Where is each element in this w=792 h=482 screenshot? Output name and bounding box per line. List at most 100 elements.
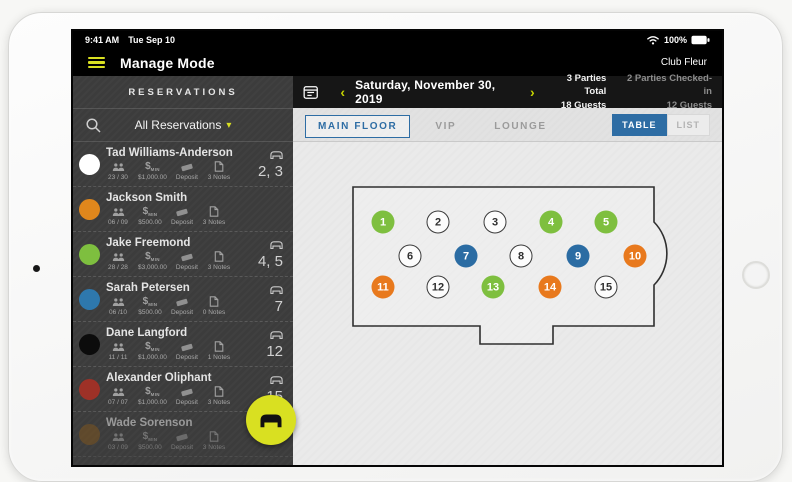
view-list-button[interactable]: LIST bbox=[667, 114, 711, 136]
parties-total-label: 3 Parties Total bbox=[545, 72, 607, 99]
tab-vip[interactable]: VIP bbox=[422, 115, 469, 138]
table-1[interactable]: 1 bbox=[372, 211, 395, 234]
deposit-ticket-icon bbox=[180, 387, 194, 397]
table-icon bbox=[270, 151, 283, 159]
current-date: Saturday, November 30, 2019 bbox=[355, 78, 520, 106]
table-icon bbox=[259, 413, 283, 428]
status-date: Tue Sep 10 bbox=[128, 35, 175, 45]
next-day-button[interactable]: › bbox=[520, 85, 545, 99]
calendar-icon[interactable] bbox=[303, 84, 318, 100]
min-spend-stat: $MIN $500.00 bbox=[138, 296, 162, 316]
status-time: 9:41 AM bbox=[85, 35, 119, 45]
table-2[interactable]: 2 bbox=[427, 211, 450, 234]
dollar-min-icon: $MIN bbox=[145, 161, 160, 172]
reservation-row[interactable]: Dane Langford 11 / 11 $MIN $1,000.00 bbox=[73, 322, 293, 367]
reservation-row[interactable]: Jackson Smith 06 / 09 $MIN $500.00 bbox=[73, 187, 293, 232]
table-12[interactable]: 12 bbox=[427, 276, 450, 299]
deposit-stat: Deposit bbox=[175, 161, 199, 181]
assigned-tables: 2, 3 bbox=[258, 146, 283, 181]
sidebar-title: RESERVATIONS bbox=[73, 76, 293, 109]
guest-name: Jake Freemond bbox=[106, 237, 241, 249]
guest-name: Wade Sorenson bbox=[106, 417, 241, 429]
floor-outline bbox=[293, 142, 724, 454]
party-size-stat: 03 / 09 bbox=[106, 431, 130, 451]
table-15[interactable]: 15 bbox=[595, 276, 618, 299]
front-camera bbox=[33, 265, 40, 272]
dollar-min-icon: $MIN bbox=[143, 296, 158, 307]
tab-lounge[interactable]: LOUNGE bbox=[481, 115, 559, 138]
tab-main-floor[interactable]: MAIN FLOOR bbox=[305, 115, 410, 138]
min-spend-stat: $MIN $1,000.00 bbox=[138, 341, 167, 361]
deposit-ticket-icon bbox=[175, 432, 189, 442]
status-dot bbox=[79, 424, 100, 445]
status-bar: 9:41 AM Tue Sep 10 100% bbox=[73, 31, 722, 49]
menu-icon[interactable] bbox=[88, 57, 105, 69]
assigned-tables: 12 bbox=[266, 326, 283, 361]
deposit-ticket-icon bbox=[180, 162, 194, 172]
notes-icon bbox=[214, 386, 224, 397]
party-size-stat: 28 / 28 bbox=[106, 251, 130, 271]
table-4[interactable]: 4 bbox=[540, 211, 563, 234]
party-size-stat: 11 / 11 bbox=[106, 341, 130, 361]
view-table-button[interactable]: TABLE bbox=[612, 114, 666, 136]
status-dot bbox=[79, 154, 100, 175]
guest-name: Alexander Oliphant bbox=[106, 372, 241, 384]
party-size-stat: 07 / 07 bbox=[106, 386, 130, 406]
guest-name: Sarah Petersen bbox=[106, 282, 241, 294]
notes-icon bbox=[214, 341, 224, 352]
table-10[interactable]: 10 bbox=[624, 245, 647, 268]
battery-percent: 100% bbox=[664, 35, 687, 45]
reservation-row[interactable]: Sarah Petersen 06 /10 $MIN $500.00 bbox=[73, 277, 293, 322]
deposit-stat: Deposit bbox=[175, 341, 199, 361]
deposit-stat: Deposit bbox=[170, 431, 194, 451]
table-9[interactable]: 9 bbox=[567, 245, 590, 268]
table-3[interactable]: 3 bbox=[484, 211, 507, 234]
status-dot bbox=[79, 379, 100, 400]
status-dot bbox=[79, 244, 100, 265]
guests-icon bbox=[112, 253, 125, 262]
table-13[interactable]: 13 bbox=[482, 276, 505, 299]
deposit-ticket-icon bbox=[180, 252, 194, 262]
table-8[interactable]: 8 bbox=[510, 245, 533, 268]
notes-icon bbox=[209, 206, 219, 217]
table-11[interactable]: 11 bbox=[372, 276, 395, 299]
chevron-down-icon: ▾ bbox=[226, 120, 231, 131]
notes-stat: 3 Notes bbox=[207, 161, 231, 181]
min-spend-stat: $MIN $1,000.00 bbox=[138, 386, 167, 406]
table-14[interactable]: 14 bbox=[539, 276, 562, 299]
floor-tab-bar: MAIN FLOOR VIP LOUNGE TABLELIST bbox=[293, 108, 722, 142]
table-icon bbox=[270, 331, 283, 339]
reservation-row[interactable]: Jake Freemond 28 / 28 $MIN $3,000.00 bbox=[73, 232, 293, 277]
min-spend-stat: $MIN $500.00 bbox=[138, 206, 162, 226]
reservation-row[interactable]: Tad Williams-Anderson 23 / 30 $MIN $1,00… bbox=[73, 142, 293, 187]
battery-icon bbox=[691, 35, 710, 45]
parties-checkedin-label: 2 Parties Checked-in bbox=[622, 72, 712, 99]
status-dot bbox=[79, 199, 100, 220]
guests-icon bbox=[112, 343, 125, 352]
home-button[interactable] bbox=[742, 261, 770, 289]
table-7[interactable]: 7 bbox=[455, 245, 478, 268]
assigned-tables: 4, 5 bbox=[258, 236, 283, 271]
status-dot bbox=[79, 334, 100, 355]
venue-name: Club Fleur bbox=[661, 57, 707, 68]
guests-icon bbox=[112, 433, 125, 442]
party-size-stat: 23 / 30 bbox=[106, 161, 130, 181]
guest-name: Tad Williams-Anderson bbox=[106, 147, 241, 159]
table-5[interactable]: 5 bbox=[595, 211, 618, 234]
date-bar: ‹ Saturday, November 30, 2019 › 3 Partie… bbox=[293, 76, 722, 108]
add-table-fab[interactable] bbox=[246, 395, 296, 445]
notes-icon bbox=[214, 251, 224, 262]
wifi-icon bbox=[646, 35, 660, 45]
table-6[interactable]: 6 bbox=[399, 245, 422, 268]
notes-stat: 3 Notes bbox=[202, 431, 226, 451]
dollar-min-icon: $MIN bbox=[143, 431, 158, 442]
reservation-filter[interactable]: All Reservations ▾ bbox=[73, 109, 293, 142]
search-icon[interactable] bbox=[85, 117, 102, 134]
floor-view: ‹ Saturday, November 30, 2019 › 3 Partie… bbox=[293, 76, 722, 465]
dollar-min-icon: $MIN bbox=[145, 251, 160, 262]
reservations-sidebar: RESERVATIONS All Reservations ▾ Tad Will… bbox=[73, 76, 293, 465]
min-spend-stat: $MIN $1,000.00 bbox=[138, 161, 167, 181]
notes-stat: 1 Notes bbox=[207, 341, 231, 361]
dollar-min-icon: $MIN bbox=[145, 386, 160, 397]
prev-day-button[interactable]: ‹ bbox=[330, 85, 355, 99]
